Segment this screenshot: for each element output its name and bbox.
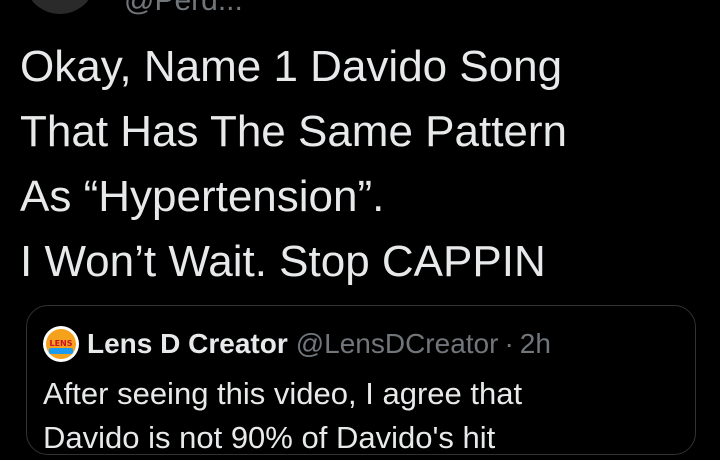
quoted-author-name[interactable]: Lens D Creator — [87, 328, 288, 360]
quoted-text-line: After seeing this video, I agree that — [43, 376, 523, 411]
quoted-text-line: Davido is not 90% of Davido's hit — [43, 420, 496, 455]
quoted-tweet-card[interactable]: LENS Lens D Creator @LensDCreator · 2h A… — [26, 305, 696, 455]
tweet-author-row — [24, 0, 96, 14]
quoted-tweet-time[interactable]: 2h — [520, 328, 551, 360]
tweet-text-line: As “Hypertension”. — [20, 172, 385, 221]
separator-dot: · — [504, 328, 514, 359]
quoted-author-handle[interactable]: @LensDCreator — [296, 328, 499, 360]
author-avatar[interactable] — [24, 0, 96, 14]
tweet-text-line: That Has The Same Pattern — [20, 107, 568, 156]
lens-d-creator-logo-icon[interactable]: LENS — [43, 326, 79, 362]
tweet-text: Okay, Name 1 Davido Song That Has The Sa… — [20, 34, 700, 294]
quoted-tweet-text: After seeing this video, I agree that Da… — [43, 372, 683, 460]
avatar-logo-text: LENS — [49, 339, 73, 348]
quoted-tweet-header: LENS Lens D Creator @LensDCreator · 2h — [43, 326, 551, 362]
tweet-text-line: I Won’t Wait. Stop CAPPIN — [20, 237, 546, 286]
tweet-text-line: Okay, Name 1 Davido Song — [20, 42, 563, 91]
author-handle[interactable]: @Perd... — [124, 0, 243, 16]
